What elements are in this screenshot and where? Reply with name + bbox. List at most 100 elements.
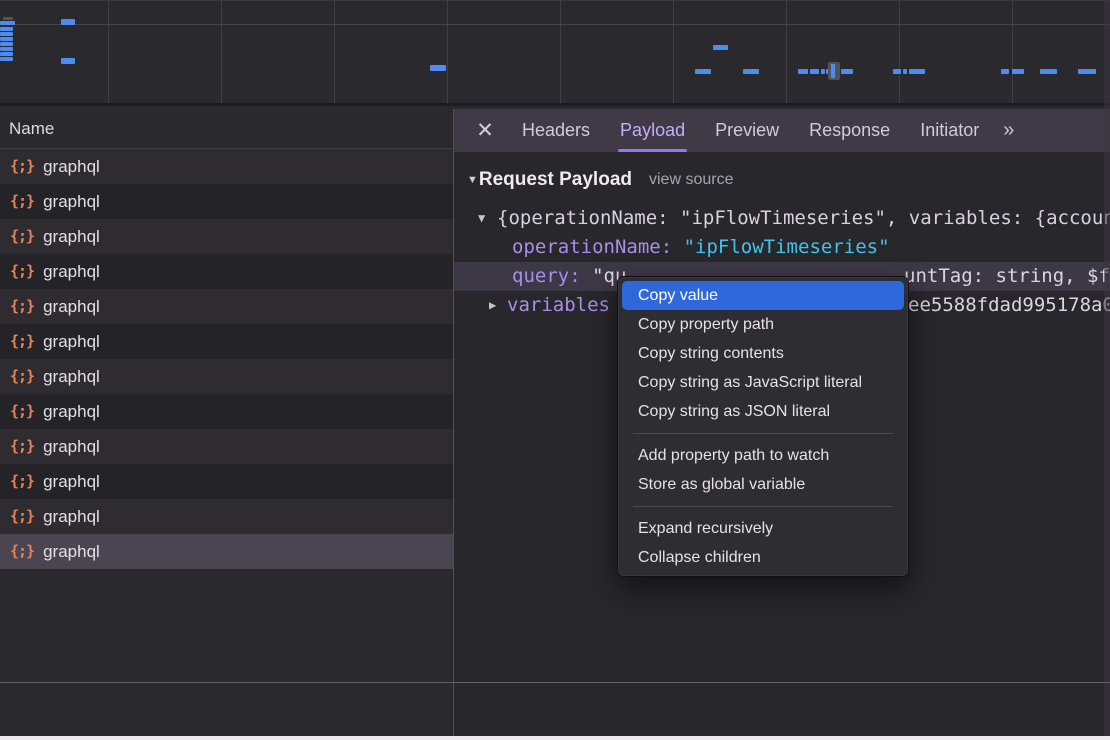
property-key: variables: [507, 294, 610, 316]
waterfall-bar: [0, 42, 13, 46]
waterfall-bar: [909, 69, 925, 74]
menu-item-copy-string-as-javascript-literal[interactable]: Copy string as JavaScript literal: [622, 368, 904, 397]
request-name-label: graphql: [43, 254, 100, 289]
menu-item-add-property-path-to-watch[interactable]: Add property path to watch: [622, 441, 904, 470]
timeline-gridline: [1012, 1, 1013, 103]
close-icon[interactable]: ✕: [474, 118, 496, 143]
table-row-graphql[interactable]: {;}graphql: [0, 289, 453, 324]
table-row-graphql[interactable]: {;} graphql: [0, 394, 453, 429]
timeline-gridline: [560, 1, 561, 103]
panel-divider[interactable]: [453, 109, 454, 736]
waterfall-bar: [695, 69, 711, 74]
waterfall-bar: [1040, 69, 1057, 74]
menu-item-copy-string-contents[interactable]: Copy string contents: [622, 339, 904, 368]
json-braces-icon: {;}: [10, 394, 34, 429]
detail-tabs: Headers Payload Preview Response Initiator: [522, 109, 979, 152]
tab-headers[interactable]: Headers: [522, 109, 590, 152]
table-row-graphql[interactable]: {;}graphql: [0, 499, 453, 534]
table-row-graphql[interactable]: {;}graphql: [0, 184, 453, 219]
property-value-end: ee5588fdad995178a0: [908, 291, 1110, 320]
timeline-gridline: [334, 1, 335, 103]
menu-item-expand-recursively[interactable]: Expand recursively: [622, 514, 904, 543]
menu-item-copy-value[interactable]: Copy value: [622, 281, 904, 310]
property-value-end: untTag: string, $f: [904, 262, 1110, 291]
request-name-label: graphql: [43, 359, 100, 394]
json-braces-icon: {;}: [10, 324, 34, 359]
waterfall-bar: [841, 69, 853, 74]
waterfall-bar: [61, 58, 75, 64]
json-braces-icon: {;}: [10, 219, 34, 254]
request-name-label: graphql: [43, 324, 100, 359]
menu-item-store-as-global-variable[interactable]: Store as global variable: [622, 470, 904, 499]
table-row-graphql[interactable]: {;} graphql: [0, 324, 453, 359]
request-name-label: graphql: [43, 394, 100, 429]
property-key: query:: [512, 265, 581, 287]
waterfall-bar: [810, 69, 819, 74]
waterfall-bar: [0, 47, 13, 51]
menu-item-collapse-children[interactable]: Collapse children: [622, 543, 904, 572]
table-row-graphql[interactable]: {;} graphql: [0, 359, 453, 394]
section-collapse-icon[interactable]: ▼: [467, 174, 478, 186]
json-braces-icon: {;}: [10, 184, 34, 219]
root-preview-text: {operationName: "ipFlowTimeseries", vari…: [497, 204, 1110, 233]
selected-request-marker: [828, 62, 840, 80]
tree-row-root[interactable]: ▼ {operationName: "ipFlowTimeseries", va…: [454, 204, 1110, 233]
timeline-gridline: [221, 1, 222, 103]
waterfall-bar: [0, 32, 13, 36]
request-name-label: graphql: [43, 464, 100, 499]
table-row-graphql[interactable]: {;} graphql: [0, 534, 453, 569]
waterfall-bar: [1012, 69, 1024, 74]
network-overview-timeline[interactable]: [0, 0, 1110, 106]
detail-tabbar: ✕ Headers Payload Preview Response Initiator…: [454, 109, 1110, 152]
context-menu: Copy valueCopy property pathCopy string …: [617, 276, 909, 577]
tab-response[interactable]: Response: [809, 109, 890, 152]
waterfall-bar: [713, 45, 728, 50]
expand-arrow-icon[interactable]: ▶: [489, 291, 496, 320]
request-name-label: graphql: [43, 534, 100, 569]
json-braces-icon: {;}: [10, 534, 34, 569]
waterfall-bar: [0, 37, 13, 41]
expand-arrow-icon[interactable]: ▼: [478, 204, 485, 233]
table-row-graphql[interactable]: {;}graphql: [0, 254, 453, 289]
table-row-graphql[interactable]: {;}graphql: [0, 429, 453, 464]
json-braces-icon: {;}: [10, 429, 34, 464]
menu-item-copy-string-as-json-literal[interactable]: Copy string as JSON literal: [622, 397, 904, 426]
tab-preview[interactable]: Preview: [715, 109, 779, 152]
tree-row-operation-name[interactable]: operationName: "ipFlowTimeseries": [454, 233, 1110, 262]
view-source-link[interactable]: view source: [649, 171, 733, 189]
tab-initiator[interactable]: Initiator: [920, 109, 979, 152]
timeline-gridline: [447, 1, 448, 103]
waterfall-bar: [430, 65, 446, 71]
waterfall-bar: [743, 69, 759, 74]
waterfall-bar: [0, 27, 13, 31]
request-name-label: graphql: [43, 149, 100, 184]
json-braces-icon: {;}: [10, 359, 34, 394]
menu-separator: [633, 433, 893, 434]
table-row-graphql[interactable]: {;}graphql: [0, 149, 453, 184]
table-row-graphql[interactable]: {;}graphql: [0, 464, 453, 499]
window-bottom-edge: [0, 736, 1110, 740]
menu-separator: [633, 506, 893, 507]
request-name-label: graphql: [43, 499, 100, 534]
request-payload-section-header[interactable]: ▼ Request Payload view source: [454, 164, 1110, 196]
network-request-list: Name {;}graphql{;}graphql{;}graphql{;}gr…: [0, 109, 453, 736]
request-rows: {;} graphql {;} graphql {;} graphql {;} graphql…: [0, 149, 453, 569]
timeline-gridline: [0, 24, 1110, 25]
waterfall-bar: [893, 69, 901, 74]
more-tabs-icon[interactable]: »: [1003, 119, 1012, 142]
table-row-graphql[interactable]: {;} graphql: [0, 219, 453, 254]
tab-payload[interactable]: Payload: [620, 109, 685, 152]
devtools-window: Name {;}graphql{;}graphql{;}graphql{;}gr…: [0, 0, 1110, 740]
window-right-edge: [1104, 0, 1110, 736]
summary-divider[interactable]: [0, 682, 1110, 683]
request-name-label: graphql: [43, 219, 100, 254]
section-title: Request Payload: [479, 169, 632, 191]
timeline-gridline: [108, 1, 109, 103]
property-value: "ipFlowTimeseries": [684, 236, 890, 258]
timeline-gridline: [899, 1, 900, 103]
menu-item-copy-property-path[interactable]: Copy property path: [622, 310, 904, 339]
waterfall-bar: [821, 69, 825, 74]
json-braces-icon: {;}: [10, 289, 34, 324]
waterfall-bar-grey: [3, 17, 13, 20]
name-column-header[interactable]: Name: [0, 109, 453, 149]
